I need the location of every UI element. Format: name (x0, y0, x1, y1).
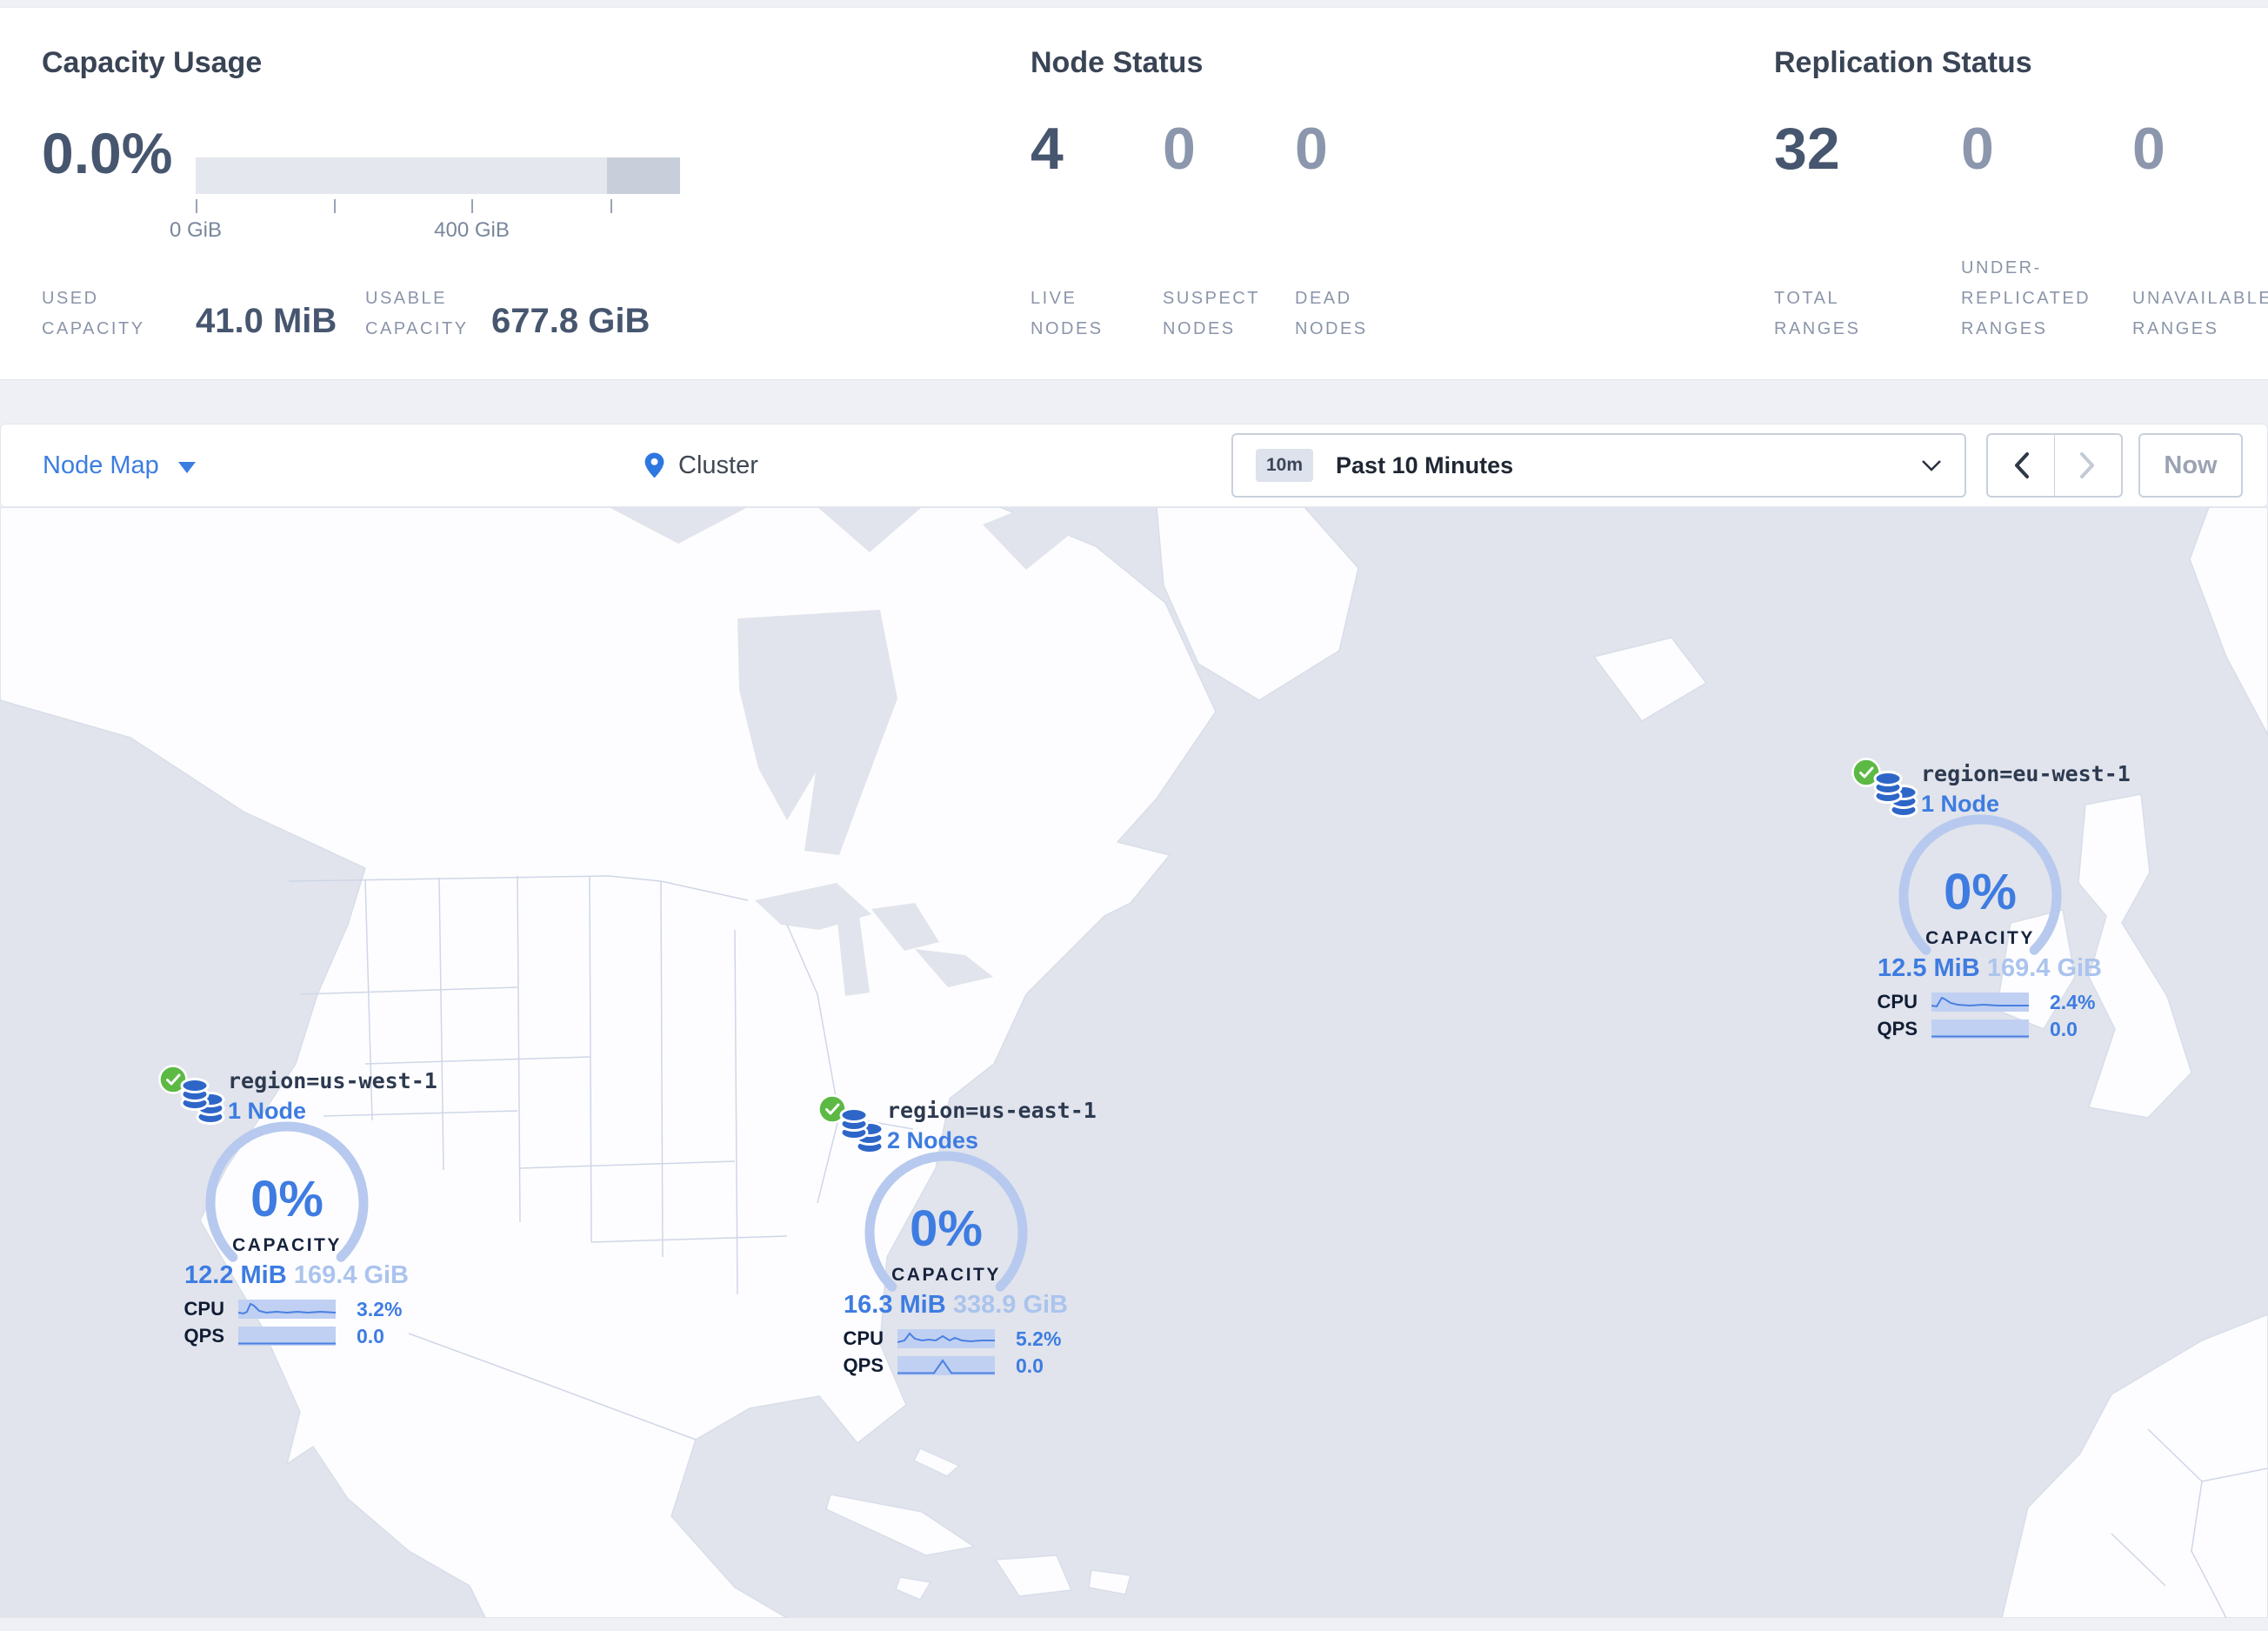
cpu-sparkline (238, 1300, 336, 1319)
capacity-usage-title: Capacity Usage (42, 46, 263, 79)
live-nodes-count: 4 (1031, 116, 1064, 182)
suspect-nodes-label: SUSPECT NODES (1163, 289, 1260, 338)
qps-label: QPS (1877, 1018, 1918, 1039)
cpu-label: CPU (843, 1327, 884, 1349)
usable-capacity-label: USABLE CAPACITY (365, 289, 469, 338)
view-selector-label: Node Map (43, 451, 159, 479)
chevron-down-icon (1922, 459, 1941, 471)
unavailable-ranges-label: UNAVAILABLE RANGES (2132, 289, 2268, 338)
capacity-gauge-label: CAPACITY (1925, 928, 2035, 948)
axis-label-400gib: 400 GiB (434, 218, 510, 242)
time-step-back-button[interactable] (1988, 435, 2055, 496)
capacity-gauge-percent: 0% (1944, 864, 2017, 920)
usable-capacity-value: 677.8 GiB (491, 302, 650, 340)
capacity-gauge-percent: 0% (250, 1171, 324, 1227)
chevron-left-icon (2014, 452, 2029, 478)
total-ranges-count: 32 (1774, 116, 1840, 182)
qps-sparkline (1931, 1019, 2029, 1039)
cluster-summary-panel: Capacity Usage 0.0% 0 GiB 400 GiB USED C… (0, 7, 2268, 380)
node-map[interactable]: region=us-west-1 1 Node 0% CAPACITY 12.2… (0, 507, 2268, 1618)
capacity-gauge-label: CAPACITY (891, 1265, 1001, 1285)
cpu-label: CPU (183, 1298, 224, 1320)
region-name[interactable]: region=us-west-1 (228, 1068, 437, 1093)
region-name[interactable]: region=us-east-1 (887, 1098, 1097, 1123)
qps-value: 0.0 (1016, 1354, 1044, 1377)
dropdown-triangle-icon (177, 461, 196, 473)
region-used-capacity: 12.5 MiB (1878, 954, 1980, 982)
cpu-value: 2.4% (2050, 991, 2096, 1013)
region-total-capacity: 169.4 GiB (1986, 954, 2102, 982)
region-name[interactable]: region=eu-west-1 (1921, 761, 2131, 786)
qps-label: QPS (843, 1354, 884, 1376)
qps-label: QPS (183, 1325, 224, 1347)
total-ranges-label: TOTAL RANGES (1774, 289, 1861, 338)
view-selector-dropdown[interactable]: Node Map (43, 424, 196, 506)
capacity-bar-ticks (196, 199, 680, 213)
capacity-percent: 0.0% (42, 121, 173, 185)
used-capacity-label: USED CAPACITY (42, 289, 145, 338)
region-marker-eu-west-1[interactable]: region=eu-west-1 1 Node 0% CAPACITY 12.5… (1841, 758, 2137, 1045)
map-pin-icon (644, 452, 664, 478)
capacity-bar-usable-segment (196, 157, 608, 194)
capacity-bar-reserved-segment (607, 157, 680, 194)
qps-sparkline (897, 1356, 995, 1375)
time-range-badge: 10m (1256, 449, 1314, 482)
replication-status-title: Replication Status (1774, 46, 2032, 79)
qps-value: 0.0 (2050, 1018, 2078, 1040)
cpu-sparkline (1931, 993, 2029, 1012)
dead-nodes-count: 0 (1295, 116, 1328, 182)
cpu-value: 3.2% (357, 1298, 403, 1320)
breadcrumb[interactable]: Cluster (643, 424, 758, 506)
under-replicated-label: UNDER-REPLICATED RANGES (1961, 258, 2091, 338)
capacity-gauge-percent: 0% (910, 1200, 983, 1257)
cpu-sparkline (897, 1329, 995, 1348)
node-status-title: Node Status (1031, 46, 1204, 79)
now-button[interactable]: Now (2138, 433, 2243, 498)
under-replicated-count: 0 (1961, 116, 1994, 182)
live-nodes-label: LIVE NODES (1031, 289, 1104, 338)
region-total-capacity: 169.4 GiB (293, 1261, 409, 1289)
used-capacity-value: 41.0 MiB (196, 302, 337, 340)
world-map (0, 507, 2268, 1618)
time-step-buttons (1986, 433, 2123, 498)
suspect-nodes-count: 0 (1163, 116, 1196, 182)
capacity-axis-labels: 0 GiB 400 GiB (170, 218, 680, 244)
cpu-label: CPU (1877, 991, 1918, 1013)
capacity-gauge-label: CAPACITY (232, 1235, 342, 1255)
region-total-capacity: 338.9 GiB (952, 1291, 1068, 1319)
qps-value: 0.0 (357, 1325, 384, 1347)
map-toolbar: Node Map Cluster 10m Past 10 Minutes Now (0, 424, 2268, 507)
time-range-selector[interactable]: 10m Past 10 Minutes (1231, 433, 1966, 498)
region-used-capacity: 12.2 MiB (184, 1261, 287, 1289)
qps-sparkline (238, 1327, 336, 1346)
now-button-label: Now (2164, 451, 2218, 479)
dead-nodes-label: DEAD NODES (1295, 289, 1368, 338)
chevron-right-icon (2079, 452, 2094, 478)
breadcrumb-label: Cluster (678, 451, 758, 479)
unavailable-ranges-count: 0 (2132, 116, 2165, 182)
capacity-bar (196, 157, 680, 194)
region-used-capacity: 16.3 MiB (844, 1291, 946, 1319)
region-marker-us-west-1[interactable]: region=us-west-1 1 Node 0% CAPACITY 12.2… (148, 1065, 444, 1352)
cpu-value: 5.2% (1016, 1327, 1062, 1350)
time-range-label: Past 10 Minutes (1336, 451, 1514, 478)
time-step-forward-button[interactable] (2055, 435, 2122, 496)
axis-label-0gib: 0 GiB (169, 218, 223, 242)
region-marker-us-east-1[interactable]: region=us-east-1 2 Nodes 0% CAPACITY 16.… (807, 1094, 1103, 1381)
